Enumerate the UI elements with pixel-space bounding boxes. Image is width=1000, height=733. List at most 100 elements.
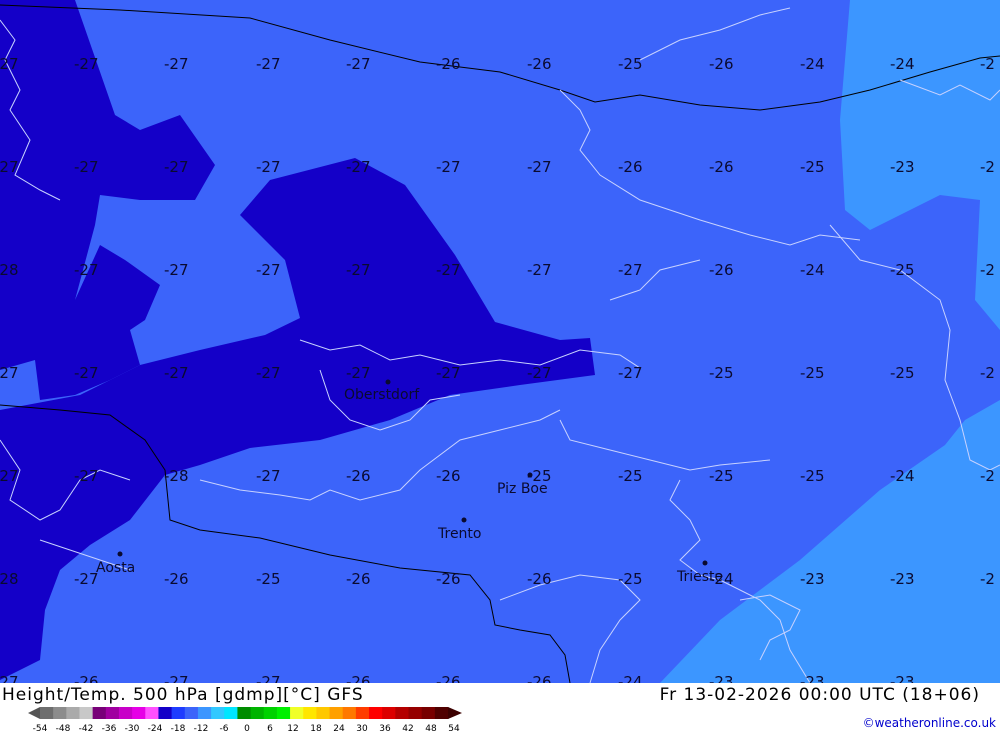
temperature-value: -2	[980, 570, 995, 588]
city-label: Aosta	[96, 560, 135, 576]
legend-swatch	[184, 707, 199, 719]
temperature-value: -27	[618, 261, 643, 279]
temperature-value: -24	[800, 55, 825, 73]
temperature-value: -27	[436, 261, 461, 279]
legend-tick-label: 30	[356, 724, 368, 733]
legend-swatch	[329, 707, 344, 719]
legend-arrow-left	[28, 707, 40, 719]
temperature-value: -2	[980, 364, 995, 382]
temperature-value: -27	[74, 55, 99, 73]
temperature-value: -27	[256, 55, 281, 73]
temperature-value: -27	[527, 261, 552, 279]
temperature-value: -28	[0, 570, 19, 588]
temperature-value: -27	[256, 673, 281, 683]
temperature-value: -24	[890, 467, 915, 485]
temperature-value: -27	[74, 158, 99, 176]
temperature-value: -25	[890, 261, 915, 279]
temperature-value: -2	[980, 261, 995, 279]
temperature-value: -27	[164, 364, 189, 382]
legend-tick-label: 48	[425, 724, 437, 733]
temperature-value: -27	[436, 364, 461, 382]
map-footer: Height/Temp. 500 hPa [gdmp][°C] GFS Fr 1…	[0, 683, 1000, 733]
color-legend: -54 -48 -42 -36 -30 -24 -18 -12 -6 0 6 12 18 24 30 36 42…	[28, 707, 462, 733]
legend-swatch	[369, 707, 383, 719]
temperature-value: -23	[800, 673, 825, 683]
temperature-value: -27	[0, 158, 19, 176]
legend-tick-label: 24	[333, 724, 345, 733]
legend-swatch	[382, 707, 396, 719]
temperature-value: -27	[618, 364, 643, 382]
temperature-value: -26	[436, 673, 461, 683]
legend-swatch	[237, 707, 252, 719]
legend-tick-label: -54	[33, 724, 48, 733]
legend-swatch	[276, 707, 291, 719]
temperature-value: -26	[74, 673, 99, 683]
temperature-value: -23	[890, 158, 915, 176]
temperature-value: -26	[436, 55, 461, 73]
temperature-value: -26	[709, 158, 734, 176]
credit-link[interactable]: ©weatheronline.co.uk	[863, 716, 996, 730]
temperature-value: -28	[164, 467, 189, 485]
temperature-value: -27	[346, 364, 371, 382]
legend-swatch	[211, 707, 225, 719]
temperature-value: -26	[527, 673, 552, 683]
legend-swatch	[395, 707, 410, 719]
temperature-value: -27	[74, 364, 99, 382]
legend-swatch	[421, 707, 436, 719]
legend-tick-label: -48	[56, 724, 71, 733]
temperature-value: -23	[890, 570, 915, 588]
legend-tick-label: -24	[148, 724, 163, 733]
temperature-value: -28	[0, 261, 19, 279]
temperature-value: -27	[346, 261, 371, 279]
city-label: Trieste	[676, 569, 723, 585]
temperature-value: -26	[436, 570, 461, 588]
temperature-value: -27	[346, 55, 371, 73]
valid-time: Fr 13-02-2026 00:00 UTC (18+06)	[659, 685, 980, 705]
legend-swatch	[105, 707, 120, 719]
temperature-value: -26	[436, 467, 461, 485]
temperature-value: -26	[346, 673, 371, 683]
temperature-value: -27	[74, 261, 99, 279]
temperature-value: -23	[709, 673, 734, 683]
legend-tick-label: 18	[310, 724, 322, 733]
legend-ticks: -54 -48 -42 -36 -30 -24 -18 -12 -6 0 6 12 18 24 30 36 42…	[33, 724, 460, 733]
temperature-value: -27	[436, 158, 461, 176]
temperature-value: -27	[164, 55, 189, 73]
city-label: Piz Boe	[497, 481, 548, 497]
legend-tick-label: -6	[220, 724, 229, 733]
legend-tick-label: 42	[402, 724, 413, 733]
temperature-value: -25	[618, 55, 643, 73]
temperature-value: -25	[890, 364, 915, 382]
temperature-value: -25	[800, 364, 825, 382]
temperature-value: -26	[618, 158, 643, 176]
legend-swatch	[434, 707, 449, 719]
temperature-map: -27 -27 -27 -27 -27 -26 -26 -25 -26 -24 -24 -2 -27 -2…	[0, 0, 1000, 683]
legend-tick-label: 12	[287, 724, 298, 733]
temperature-value: -26	[527, 570, 552, 588]
temperature-value: -27	[164, 261, 189, 279]
legend-swatch	[79, 707, 94, 719]
legend-swatch	[355, 707, 370, 719]
temperature-value: -2	[980, 467, 995, 485]
legend-swatch	[40, 707, 54, 719]
legend-swatch	[316, 707, 331, 719]
legend-swatch	[171, 707, 186, 719]
city-label: Oberstdorf	[344, 387, 420, 403]
temperature-value: -25	[709, 467, 734, 485]
temperature-value: -26	[164, 570, 189, 588]
legend-swatch	[303, 707, 317, 719]
legend-swatch	[224, 707, 238, 719]
temperature-value: -27	[256, 364, 281, 382]
temperature-value: -25	[618, 570, 643, 588]
legend-swatch	[408, 707, 423, 719]
legend-swatch	[53, 707, 67, 719]
temperature-value: -27	[0, 364, 19, 382]
temperature-value: -27	[74, 467, 99, 485]
temperature-value: -25	[618, 467, 643, 485]
temperature-value: -2	[980, 158, 995, 176]
temperature-value: -27	[256, 467, 281, 485]
temperature-value: -27	[0, 55, 19, 73]
temperature-value: -26	[346, 467, 371, 485]
temperature-value: -24	[800, 261, 825, 279]
legend-tick-label: -42	[79, 724, 94, 733]
